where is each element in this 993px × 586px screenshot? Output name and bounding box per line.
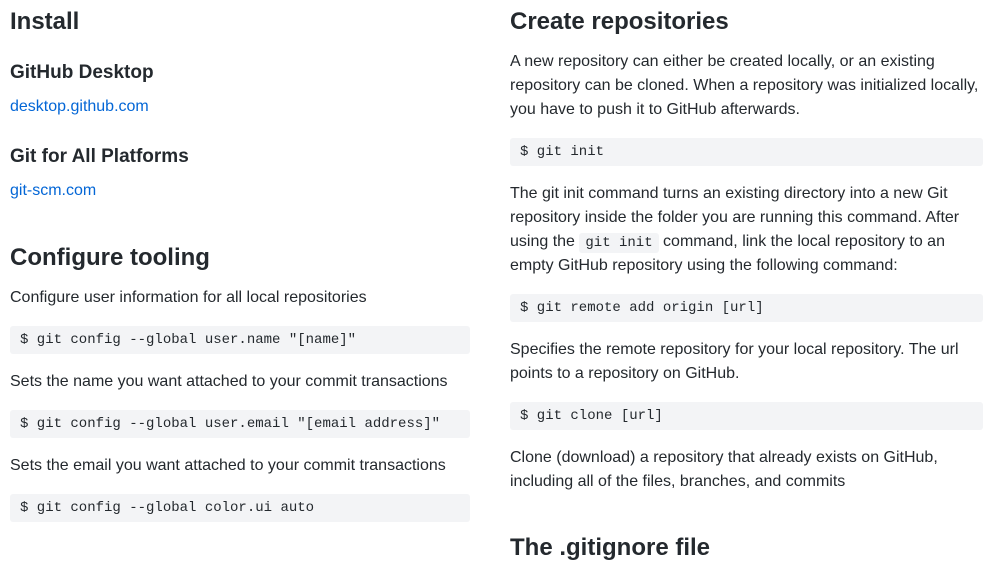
cheatsheet-page: Install GitHub Desktop desktop.github.co… (0, 0, 993, 586)
git-init-inline-code: git init (579, 233, 658, 253)
right-column: Create repositories A new repository can… (510, 8, 983, 576)
left-column: Install GitHub Desktop desktop.github.co… (10, 8, 470, 576)
configure-tooling-heading: Configure tooling (10, 244, 470, 272)
install-heading: Install (10, 8, 470, 36)
github-desktop-heading: GitHub Desktop (10, 62, 470, 84)
desc-config-email: Sets the email you want attached to your… (10, 454, 470, 478)
cmd-git-init: $ git init (510, 138, 983, 166)
git-scm-link[interactable]: git-scm.com (10, 182, 96, 200)
cmd-config-color: $ git config --global color.ui auto (10, 494, 470, 522)
git-all-platforms-heading: Git for All Platforms (10, 146, 470, 168)
create-repos-intro: A new repository can either be created l… (510, 50, 983, 122)
cmd-git-remote-add: $ git remote add origin [url] (510, 294, 983, 322)
github-desktop-link[interactable]: desktop.github.com (10, 98, 149, 116)
git-init-description: The git init command turns an existing d… (510, 182, 983, 278)
cmd-config-name: $ git config --global user.name "[name]" (10, 326, 470, 354)
configure-intro-text: Configure user information for all local… (10, 286, 470, 310)
cmd-config-email: $ git config --global user.email "[email… (10, 410, 470, 438)
git-clone-description: Clone (download) a repository that alrea… (510, 446, 983, 494)
desc-config-name: Sets the name you want attached to your … (10, 370, 470, 394)
git-remote-description: Specifies the remote repository for your… (510, 338, 983, 386)
gitignore-heading: The .gitignore file (510, 534, 983, 562)
create-repos-heading: Create repositories (510, 8, 983, 36)
cmd-git-clone: $ git clone [url] (510, 402, 983, 430)
